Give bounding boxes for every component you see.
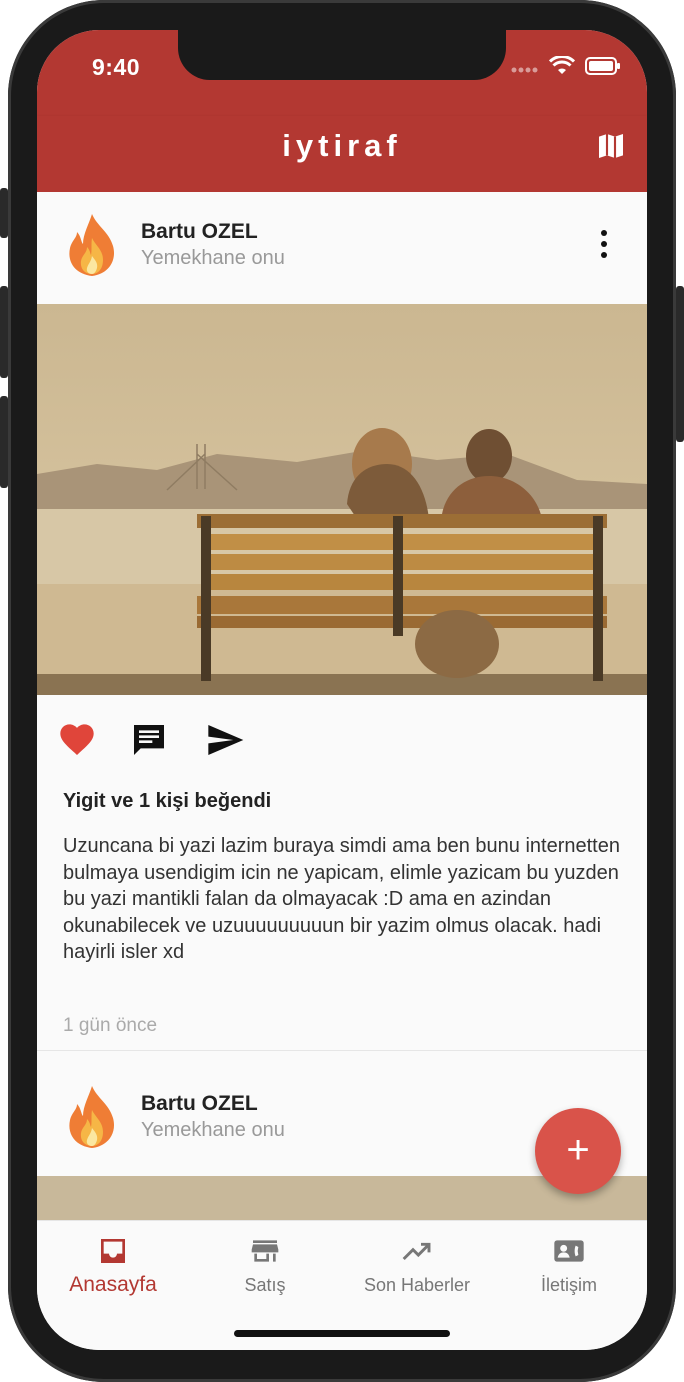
home-indicator[interactable] — [234, 1330, 450, 1337]
nav-item-anasayfa[interactable]: Anasayfa — [37, 1235, 189, 1297]
nav-label: Satış — [244, 1275, 286, 1295]
battery-icon — [585, 57, 620, 75]
app-title: iytiraf — [282, 128, 402, 163]
power-button — [676, 286, 684, 442]
notch — [178, 30, 506, 80]
mute-switch — [0, 188, 8, 238]
post-location: Yemekhane onu — [141, 1119, 285, 1141]
app-bar: iytiraf — [37, 116, 647, 192]
post-photo-illustration — [37, 304, 647, 695]
phone-mockup: 9:40 iytiraf Bartu OZEL Yemekhane onu Yi… — [0, 0, 684, 1382]
screen: 9:40 iytiraf Bartu OZEL Yemekhane onu Yi… — [37, 30, 647, 1350]
nav-label: İletişim — [540, 1275, 597, 1295]
post-actions — [37, 720, 647, 770]
nav-item-satis[interactable]: Satış — [189, 1235, 341, 1296]
wifi-icon — [549, 56, 575, 74]
more-options-icon[interactable] — [601, 230, 607, 258]
signal-icon — [511, 67, 538, 73]
trending-up-icon — [402, 1242, 431, 1261]
status-time: 9:40 — [92, 54, 141, 80]
post-author[interactable]: Bartu OZEL — [141, 1092, 258, 1116]
nav-item-iletisim[interactable]: İletişim — [493, 1235, 645, 1296]
nav-label: Anasayfa — [69, 1273, 157, 1296]
post-header: Bartu OZEL Yemekhane onu — [37, 192, 647, 304]
nav-label: Son Haberler — [363, 1275, 471, 1295]
volume-up-button — [0, 286, 8, 378]
post-caption: Uzuncana bi yazi lazim buraya simdi ama … — [63, 835, 620, 963]
heart-icon[interactable] — [57, 720, 97, 760]
fire-avatar-icon[interactable] — [63, 212, 121, 278]
map-icon[interactable] — [595, 130, 627, 162]
comment-icon[interactable] — [129, 720, 169, 760]
store-icon — [251, 1240, 279, 1262]
post-photo[interactable] — [37, 304, 647, 695]
post-divider — [37, 1050, 647, 1051]
likes-text[interactable]: Yigit ve 1 kişi beğendi — [63, 790, 271, 813]
add-post-button[interactable]: + — [535, 1108, 621, 1194]
post-author[interactable]: Bartu OZEL — [141, 220, 258, 244]
contact-card-icon — [554, 1240, 584, 1262]
status-icons — [511, 56, 621, 76]
inbox-icon — [101, 1239, 125, 1263]
nav-item-son-haberler[interactable]: Son Haberler — [341, 1235, 493, 1296]
volume-down-button — [0, 396, 8, 488]
fire-avatar-icon[interactable] — [63, 1084, 121, 1150]
post-location: Yemekhane onu — [141, 247, 285, 269]
post-time: 1 gün önce — [63, 1015, 158, 1036]
send-icon[interactable] — [205, 720, 245, 760]
